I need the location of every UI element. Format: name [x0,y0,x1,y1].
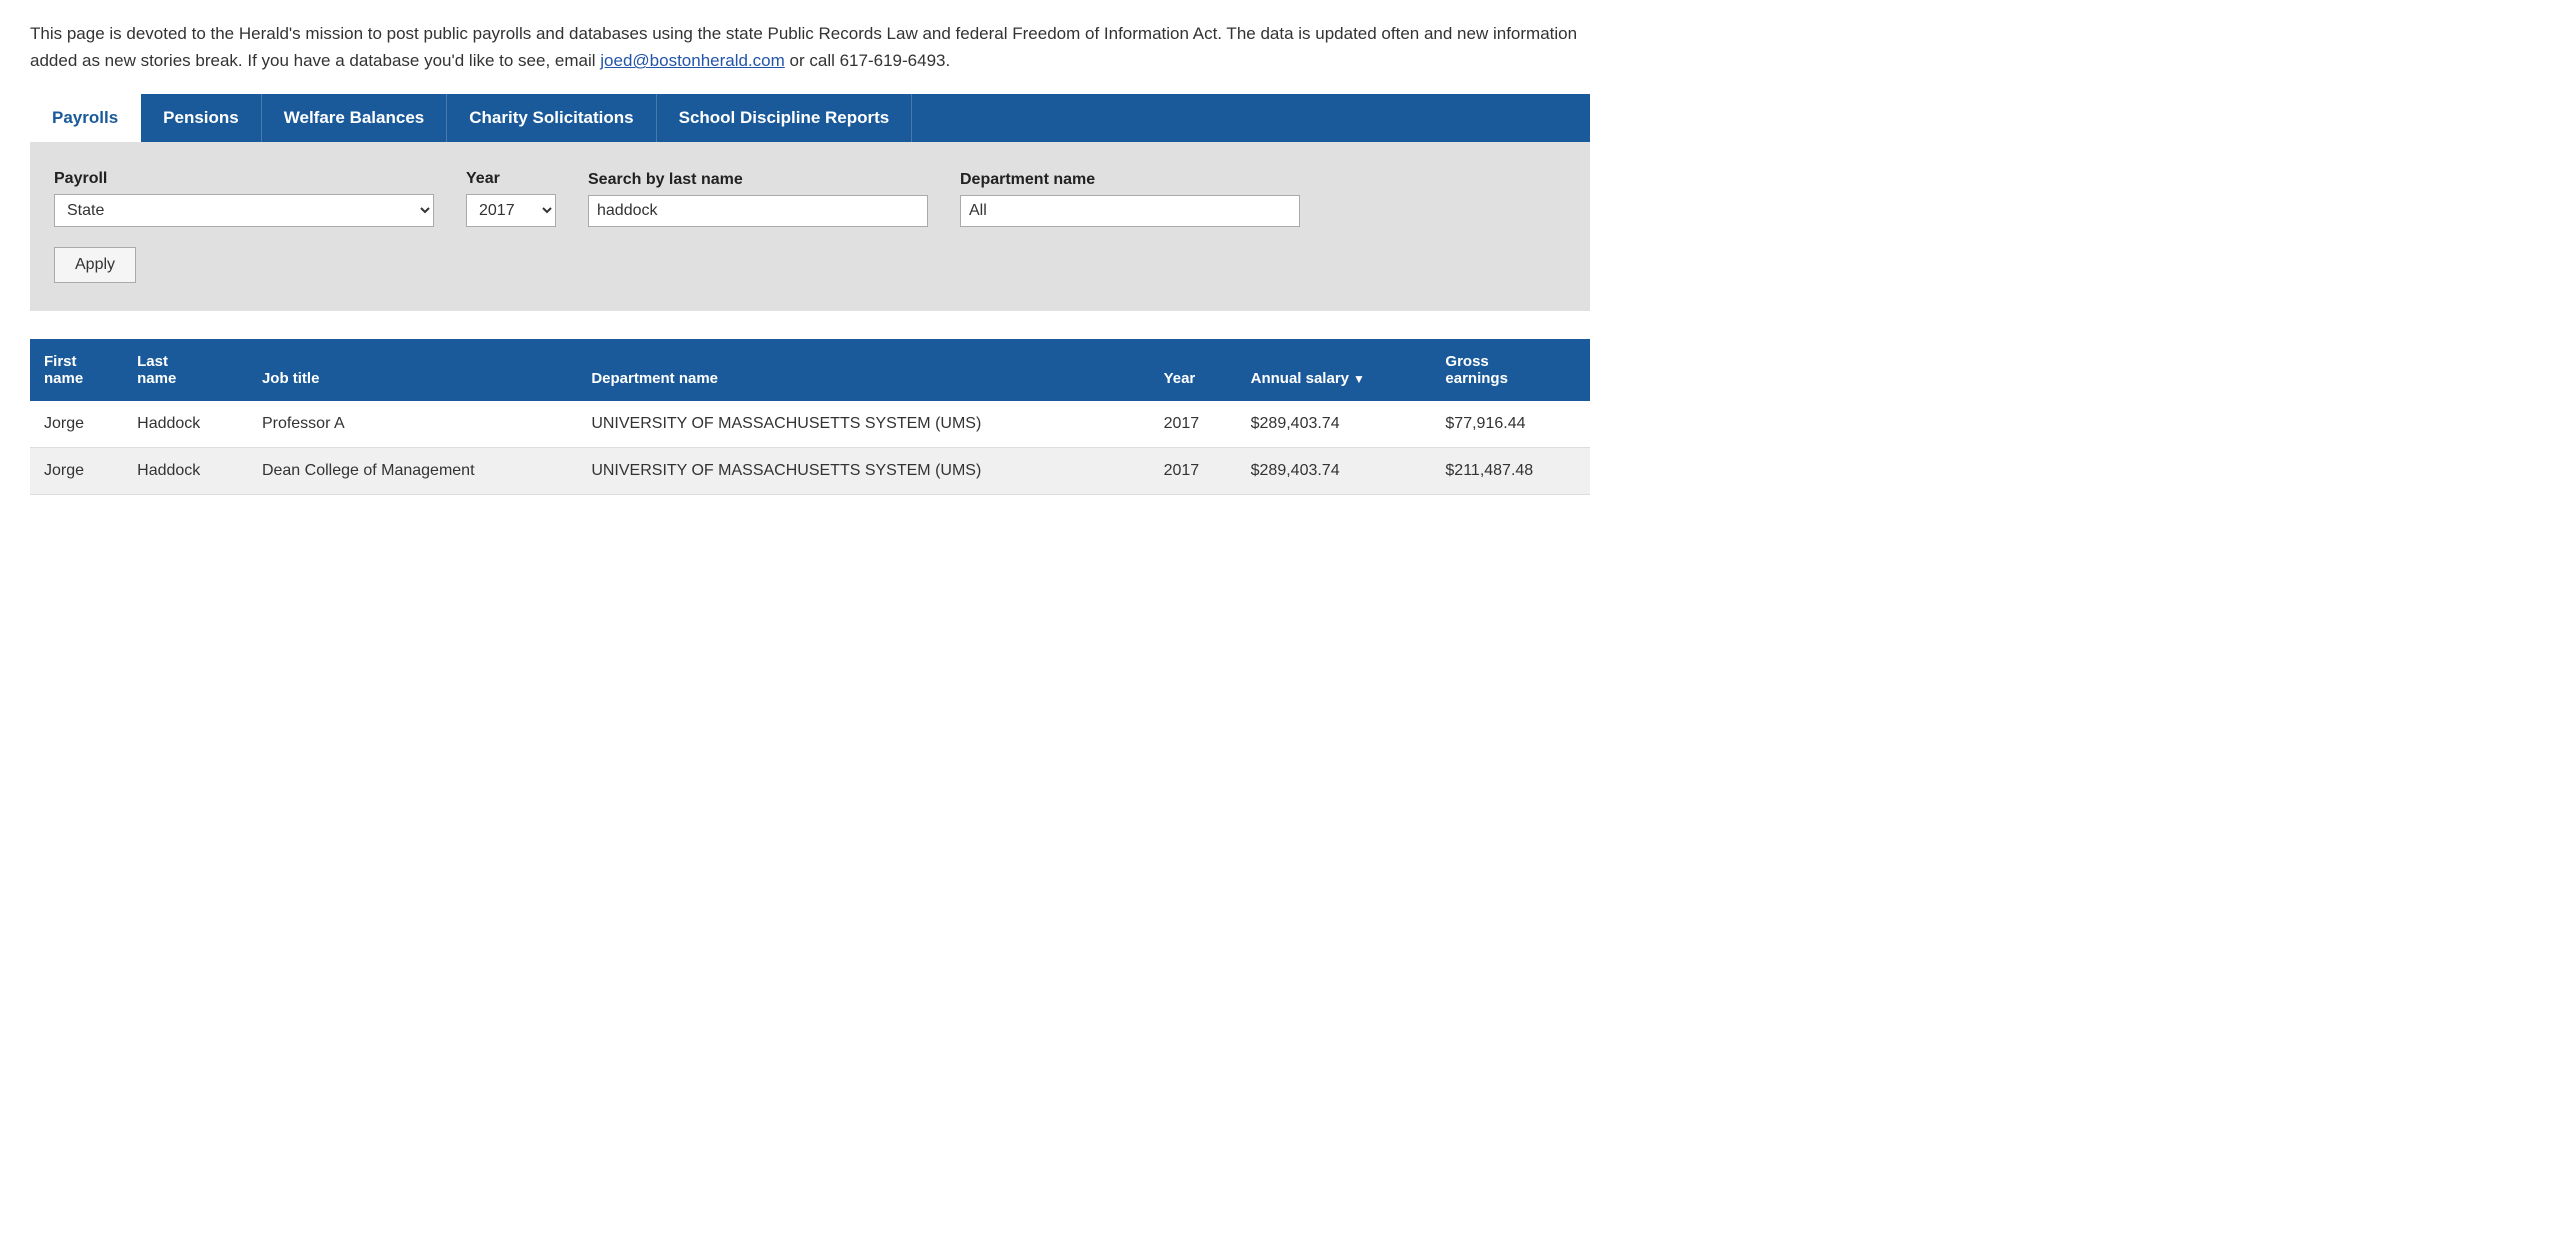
table-row: JorgeHaddockDean College of ManagementUN… [30,448,1590,495]
table-body: JorgeHaddockProfessor AUNIVERSITY OF MAS… [30,401,1590,495]
th-last_name: Lastname [123,339,248,401]
dept-filter-group: Department name [960,171,1300,227]
intro-email[interactable]: joed@bostonherald.com [600,51,785,70]
table-header: FirstnameLastnameJob titleDepartment nam… [30,339,1590,401]
cell-first_name: Jorge [30,448,123,495]
th-annual_salary[interactable]: Annual salary▼ [1237,339,1432,401]
dept-input[interactable] [960,195,1300,227]
tab-item-school-discipline-reports[interactable]: School Discipline Reports [657,94,913,142]
tab-item-pensions[interactable]: Pensions [141,94,262,142]
payroll-label: Payroll [54,170,434,188]
year-select[interactable]: 2017201620152014 [466,194,556,227]
th-first_name: Firstname [30,339,123,401]
lastname-filter-group: Search by last name [588,171,928,227]
th-job_title: Job title [248,339,577,401]
cell-last_name: Haddock [123,401,248,448]
sort-arrow-icon: ▼ [1353,372,1365,386]
apply-button[interactable]: Apply [54,247,136,283]
cell-job_title: Dean College of Management [248,448,577,495]
tab-nav: PayrollsPensionsWelfare BalancesCharity … [30,94,1590,142]
results-wrapper: FirstnameLastnameJob titleDepartment nam… [30,339,1590,495]
cell-annual_salary: $289,403.74 [1237,448,1432,495]
th-dept_name: Department name [577,339,1149,401]
cell-first_name: Jorge [30,401,123,448]
cell-gross_earnings: $77,916.44 [1431,401,1590,448]
filter-area: Payroll StateCity of BostonMBTAOther Yea… [30,142,1590,311]
year-label: Year [466,170,556,188]
cell-last_name: Haddock [123,448,248,495]
year-filter-group: Year 2017201620152014 [466,170,556,227]
table-row: JorgeHaddockProfessor AUNIVERSITY OF MAS… [30,401,1590,448]
cell-gross_earnings: $211,487.48 [1431,448,1590,495]
header-row: FirstnameLastnameJob titleDepartment nam… [30,339,1590,401]
th-gross_earnings: Grossearnings [1431,339,1590,401]
cell-dept_name: UNIVERSITY OF MASSACHUSETTS SYSTEM (UMS) [577,448,1149,495]
th-year: Year [1150,339,1237,401]
cell-dept_name: UNIVERSITY OF MASSACHUSETTS SYSTEM (UMS) [577,401,1149,448]
intro-text2: or call 617-619-6493. [785,51,950,70]
cell-year: 2017 [1150,448,1237,495]
tab-item-payrolls[interactable]: Payrolls [30,94,141,142]
payroll-select[interactable]: StateCity of BostonMBTAOther [54,194,434,227]
cell-year: 2017 [1150,401,1237,448]
lastname-label: Search by last name [588,171,928,189]
tab-item-charity-solicitations[interactable]: Charity Solicitations [447,94,656,142]
cell-job_title: Professor A [248,401,577,448]
results-table: FirstnameLastnameJob titleDepartment nam… [30,339,1590,495]
apply-row: Apply [54,247,1566,283]
filter-row: Payroll StateCity of BostonMBTAOther Yea… [54,170,1566,227]
tab-item-welfare-balances[interactable]: Welfare Balances [262,94,447,142]
dept-label: Department name [960,171,1300,189]
intro-paragraph: This page is devoted to the Herald's mis… [30,20,1590,74]
cell-annual_salary: $289,403.74 [1237,401,1432,448]
payroll-filter-group: Payroll StateCity of BostonMBTAOther [54,170,434,227]
lastname-input[interactable] [588,195,928,227]
